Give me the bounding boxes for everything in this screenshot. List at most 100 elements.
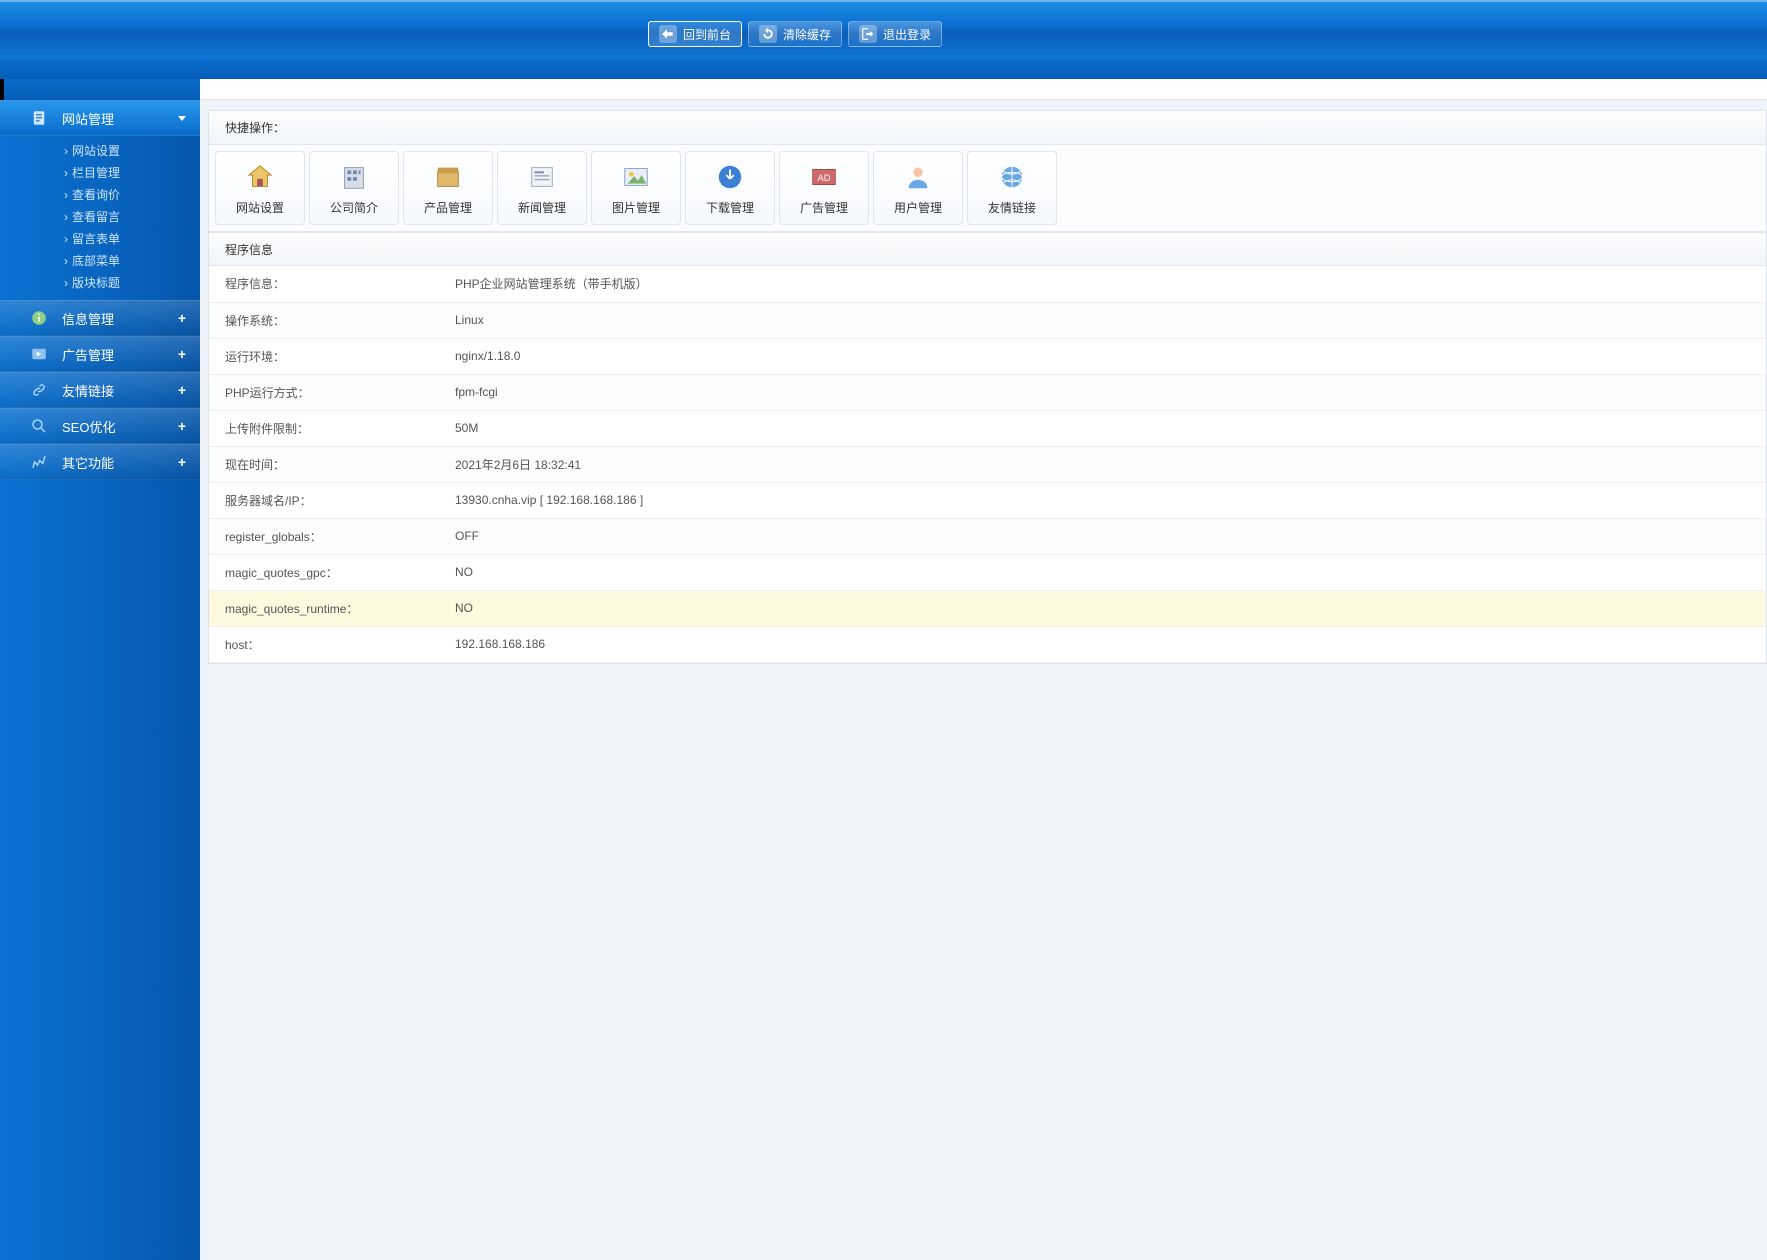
info-row-6: 服务器域名/IP： 13930.cnha.vip [ 192.168.168.1… <box>209 482 1766 518</box>
content: 快捷操作： 网站设置 公司简介 产品管理 新闻管理 图片管理 下载管理 AD 广告… <box>200 100 1767 1260</box>
clear-cache-label: 清除缓存 <box>783 26 831 43</box>
menu-head-label: 广告管理 <box>62 345 114 364</box>
info-key: 现在时间： <box>209 446 439 482</box>
top-buttons: 回到前台 清除缓存 退出登录 <box>648 21 942 47</box>
submenu-item-0-5[interactable]: 底部菜单 <box>0 250 200 272</box>
info-value: Linux <box>439 302 1766 338</box>
info-row-0: 程序信息： PHP企业网站管理系统（带手机版） <box>209 266 1766 302</box>
program-info-title: 程序信息 <box>209 232 1766 266</box>
quick-item-label: 图片管理 <box>612 199 660 216</box>
refresh-icon <box>759 25 777 43</box>
adm-icon: AD <box>808 161 840 193</box>
quick-item-label: 下载管理 <box>706 199 754 216</box>
info-value: NO <box>439 590 1766 626</box>
info-table: 程序信息： PHP企业网站管理系统（带手机版）操作系统： Linux运行环境： … <box>209 266 1766 663</box>
quick-item-label: 公司简介 <box>330 199 378 216</box>
info-icon <box>28 307 50 329</box>
quick-item-label: 友情链接 <box>988 199 1036 216</box>
info-key: 程序信息： <box>209 266 439 302</box>
menu-head-2[interactable]: 广告管理 + <box>0 336 200 372</box>
link-icon <box>28 379 50 401</box>
submenu-item-0-0[interactable]: 网站设置 <box>0 140 200 162</box>
menu-head-4[interactable]: SEO优化 + <box>0 408 200 444</box>
submenu-item-0-3[interactable]: 查看留言 <box>0 206 200 228</box>
quick-item-label: 网站设置 <box>236 199 284 216</box>
menu-head-0[interactable]: 网站管理 <box>0 100 200 136</box>
plus-icon: + <box>178 310 186 326</box>
quick-item-label: 产品管理 <box>424 199 472 216</box>
info-value: NO <box>439 554 1766 590</box>
info-value: fpm-fcgi <box>439 374 1766 410</box>
quick-grid: 网站设置 公司简介 产品管理 新闻管理 图片管理 下载管理 AD 广告管理 用户管… <box>209 145 1766 232</box>
info-row-7: register_globals： OFF <box>209 518 1766 554</box>
info-value: OFF <box>439 518 1766 554</box>
info-row-9: magic_quotes_runtime： NO <box>209 590 1766 626</box>
quick-item-home[interactable]: 网站设置 <box>215 151 305 225</box>
panel: 快捷操作： 网站设置 公司简介 产品管理 新闻管理 图片管理 下载管理 AD 广告… <box>208 110 1767 664</box>
info-row-3: PHP运行方式： fpm-fcgi <box>209 374 1766 410</box>
plus-icon: + <box>178 454 186 470</box>
info-row-10: host： 192.168.168.186 <box>209 626 1766 662</box>
plus-icon: + <box>178 418 186 434</box>
menu-head-label: 网站管理 <box>62 109 114 128</box>
quick-item-news[interactable]: 新闻管理 <box>497 151 587 225</box>
other-icon <box>28 451 50 473</box>
menu-head-label: 友情链接 <box>62 381 114 400</box>
logout-icon <box>859 25 877 43</box>
menu-head-3[interactable]: 友情链接 + <box>0 372 200 408</box>
app-root: 回到前台 清除缓存 退出登录 网站管理 网站设置栏目管理查看询价查看留言留言表单… <box>0 0 1767 1260</box>
quick-item-label: 用户管理 <box>894 199 942 216</box>
info-key: host： <box>209 626 439 662</box>
info-key: 运行环境： <box>209 338 439 374</box>
menu-head-1[interactable]: 信息管理 + <box>0 300 200 336</box>
plus-icon: + <box>178 382 186 398</box>
quick-item-adm[interactable]: AD 广告管理 <box>779 151 869 225</box>
quick-item-flink[interactable]: 友情链接 <box>967 151 1057 225</box>
back-to-front-button[interactable]: 回到前台 <box>648 21 742 47</box>
quick-item-download[interactable]: 下载管理 <box>685 151 775 225</box>
info-key: 操作系统： <box>209 302 439 338</box>
flink-icon <box>996 161 1028 193</box>
quick-ops-title: 快捷操作： <box>209 111 1766 145</box>
back-icon <box>659 25 677 43</box>
quick-item-image[interactable]: 图片管理 <box>591 151 681 225</box>
info-value: 13930.cnha.vip [ 192.168.168.186 ] <box>439 482 1766 518</box>
plus-icon: + <box>178 346 186 362</box>
seo-icon <box>28 415 50 437</box>
menu-head-label: 其它功能 <box>62 453 114 472</box>
back-to-front-label: 回到前台 <box>683 26 731 43</box>
quick-item-user[interactable]: 用户管理 <box>873 151 963 225</box>
submenu-item-0-2[interactable]: 查看询价 <box>0 184 200 206</box>
info-value: 50M <box>439 410 1766 446</box>
home-icon <box>244 161 276 193</box>
logout-button[interactable]: 退出登录 <box>848 21 942 47</box>
main: 网站管理 网站设置栏目管理查看询价查看留言留言表单底部菜单版块标题 信息管理 +… <box>0 100 1767 1260</box>
logout-label: 退出登录 <box>883 26 931 43</box>
info-value: nginx/1.18.0 <box>439 338 1766 374</box>
svg-text:AD: AD <box>817 172 830 182</box>
quick-item-company[interactable]: 公司简介 <box>309 151 399 225</box>
download-icon <box>714 161 746 193</box>
menu-head-5[interactable]: 其它功能 + <box>0 444 200 480</box>
quick-item-label: 新闻管理 <box>518 199 566 216</box>
submenu-item-0-4[interactable]: 留言表单 <box>0 228 200 250</box>
submenu-item-0-1[interactable]: 栏目管理 <box>0 162 200 184</box>
info-row-4: 上传附件限制： 50M <box>209 410 1766 446</box>
info-key: PHP运行方式： <box>209 374 439 410</box>
quick-item-label: 广告管理 <box>800 199 848 216</box>
info-row-5: 现在时间： 2021年2月6日 18:32:41 <box>209 446 1766 482</box>
sidebar: 网站管理 网站设置栏目管理查看询价查看留言留言表单底部菜单版块标题 信息管理 +… <box>0 100 200 1260</box>
info-key: magic_quotes_gpc： <box>209 554 439 590</box>
info-key: 服务器域名/IP： <box>209 482 439 518</box>
menu-head-label: SEO优化 <box>62 417 115 436</box>
info-key: register_globals： <box>209 518 439 554</box>
info-row-2: 运行环境： nginx/1.18.0 <box>209 338 1766 374</box>
doc-icon <box>28 107 50 129</box>
company-icon <box>338 161 370 193</box>
submenu-item-0-6[interactable]: 版块标题 <box>0 272 200 294</box>
quick-item-product[interactable]: 产品管理 <box>403 151 493 225</box>
info-value: 192.168.168.186 <box>439 626 1766 662</box>
product-icon <box>432 161 464 193</box>
clear-cache-button[interactable]: 清除缓存 <box>748 21 842 47</box>
chevron-down-icon <box>178 116 186 121</box>
